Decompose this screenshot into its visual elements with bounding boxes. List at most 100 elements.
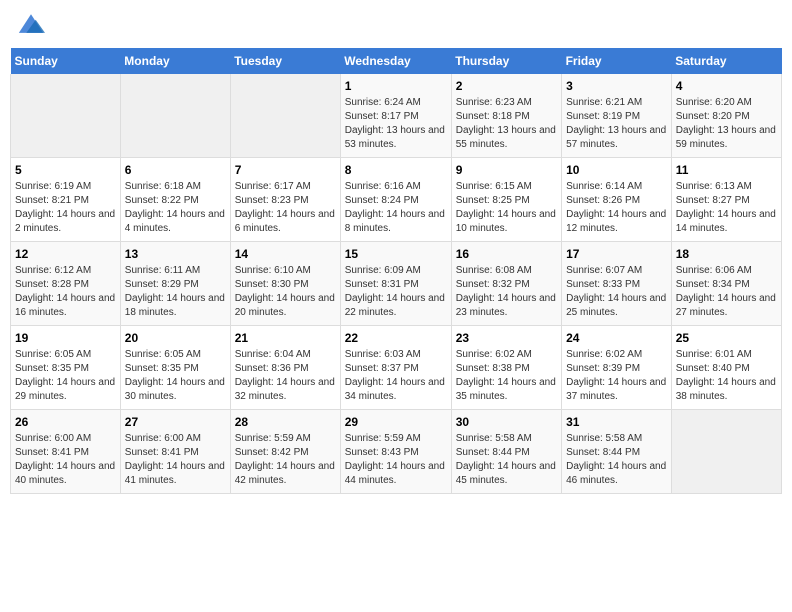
calendar-day-cell: 5 Sunrise: 6:19 AM Sunset: 8:21 PM Daylig… <box>11 158 121 242</box>
calendar-day-cell: 16Sunrise: 6:08 AM Sunset: 8:32 PM Dayli… <box>451 242 561 326</box>
day-info: Sunrise: 6:23 AM Sunset: 8:18 PM Dayligh… <box>456 96 557 152</box>
day-info: Sunrise: 6:00 AM Sunset: 8:41 PM Dayligh… <box>15 432 116 488</box>
calendar-day-cell: 15Sunrise: 6:09 AM Sunset: 8:31 PM Dayli… <box>340 242 451 326</box>
calendar-day-cell: 22 Sunrise: 6:03 AM Sunset: 8:37 PM Dayli… <box>340 326 451 410</box>
day-info: Sunrise: 6:02 AM Sunset: 8:39 PM Dayligh… <box>566 348 667 404</box>
day-number: 29 <box>345 415 447 429</box>
calendar-header-row: Sunday Monday Tuesday Wednesday Thursday… <box>11 48 782 74</box>
day-info: Sunrise: 6:06 AM Sunset: 8:34 PM Dayligh… <box>676 264 777 320</box>
day-info: Sunrise: 5:58 AM Sunset: 8:44 PM Dayligh… <box>456 432 557 488</box>
header-wednesday: Wednesday <box>340 48 451 74</box>
day-info: Sunrise: 6:10 AM Sunset: 8:30 PM Dayligh… <box>235 264 336 320</box>
calendar-day-cell: 28 Sunrise: 5:59 AM Sunset: 8:42 PM Dayli… <box>230 410 340 494</box>
calendar-day-cell: 13 Sunrise: 6:11 AM Sunset: 8:29 PM Dayli… <box>120 242 230 326</box>
day-number: 3 <box>566 79 667 93</box>
calendar-week-row: 26 Sunrise: 6:00 AM Sunset: 8:41 PM Dayli… <box>11 410 782 494</box>
calendar-day-cell: 20Sunrise: 6:05 AM Sunset: 8:35 PM Dayli… <box>120 326 230 410</box>
calendar-day-cell: 25 Sunrise: 6:01 AM Sunset: 8:40 PM Dayli… <box>671 326 781 410</box>
calendar-day-cell: 18Sunrise: 6:06 AM Sunset: 8:34 PM Dayli… <box>671 242 781 326</box>
calendar-day-cell: 31 Sunrise: 5:58 AM Sunset: 8:44 PM Dayli… <box>562 410 672 494</box>
day-info: Sunrise: 6:14 AM Sunset: 8:26 PM Dayligh… <box>566 180 667 236</box>
day-info: Sunrise: 6:21 AM Sunset: 8:19 PM Dayligh… <box>566 96 667 152</box>
day-info: Sunrise: 6:05 AM Sunset: 8:35 PM Dayligh… <box>15 348 116 404</box>
day-number: 17 <box>566 247 667 261</box>
calendar-day-cell: 7 Sunrise: 6:17 AM Sunset: 8:23 PM Daylig… <box>230 158 340 242</box>
calendar-day-cell: 1 Sunrise: 6:24 AM Sunset: 8:17 PM Daylig… <box>340 74 451 158</box>
day-number: 11 <box>676 163 777 177</box>
day-info: Sunrise: 6:19 AM Sunset: 8:21 PM Dayligh… <box>15 180 116 236</box>
day-info: Sunrise: 6:17 AM Sunset: 8:23 PM Dayligh… <box>235 180 336 236</box>
day-number: 21 <box>235 331 336 345</box>
day-number: 6 <box>125 163 226 177</box>
day-number: 23 <box>456 331 557 345</box>
calendar-week-row: 12 Sunrise: 6:12 AM Sunset: 8:28 PM Dayli… <box>11 242 782 326</box>
day-info: Sunrise: 6:24 AM Sunset: 8:17 PM Dayligh… <box>345 96 447 152</box>
day-number: 2 <box>456 79 557 93</box>
calendar-day-cell <box>671 410 781 494</box>
calendar-day-cell: 9 Sunrise: 6:15 AM Sunset: 8:25 PM Daylig… <box>451 158 561 242</box>
day-number: 10 <box>566 163 667 177</box>
calendar-day-cell: 14Sunrise: 6:10 AM Sunset: 8:30 PM Dayli… <box>230 242 340 326</box>
header-saturday: Saturday <box>671 48 781 74</box>
calendar-day-cell: 17 Sunrise: 6:07 AM Sunset: 8:33 PM Dayli… <box>562 242 672 326</box>
calendar-day-cell: 27 Sunrise: 6:00 AM Sunset: 8:41 PM Dayli… <box>120 410 230 494</box>
day-info: Sunrise: 6:13 AM Sunset: 8:27 PM Dayligh… <box>676 180 777 236</box>
header-monday: Monday <box>120 48 230 74</box>
header-tuesday: Tuesday <box>230 48 340 74</box>
day-number: 22 <box>345 331 447 345</box>
day-number: 7 <box>235 163 336 177</box>
calendar-day-cell: 8 Sunrise: 6:16 AM Sunset: 8:24 PM Daylig… <box>340 158 451 242</box>
header-sunday: Sunday <box>11 48 121 74</box>
day-number: 5 <box>15 163 116 177</box>
day-number: 1 <box>345 79 447 93</box>
day-number: 28 <box>235 415 336 429</box>
day-info: Sunrise: 6:16 AM Sunset: 8:24 PM Dayligh… <box>345 180 447 236</box>
calendar-day-cell: 19Sunrise: 6:05 AM Sunset: 8:35 PM Dayli… <box>11 326 121 410</box>
calendar-day-cell: 29 Sunrise: 5:59 AM Sunset: 8:43 PM Dayli… <box>340 410 451 494</box>
day-info: Sunrise: 6:12 AM Sunset: 8:28 PM Dayligh… <box>15 264 116 320</box>
day-info: Sunrise: 6:03 AM Sunset: 8:37 PM Dayligh… <box>345 348 447 404</box>
day-info: Sunrise: 6:07 AM Sunset: 8:33 PM Dayligh… <box>566 264 667 320</box>
header-friday: Friday <box>562 48 672 74</box>
calendar-week-row: 5 Sunrise: 6:19 AM Sunset: 8:21 PM Daylig… <box>11 158 782 242</box>
calendar-week-row: 19Sunrise: 6:05 AM Sunset: 8:35 PM Dayli… <box>11 326 782 410</box>
calendar-week-row: 1 Sunrise: 6:24 AM Sunset: 8:17 PM Daylig… <box>11 74 782 158</box>
calendar-day-cell <box>11 74 121 158</box>
day-info: Sunrise: 5:58 AM Sunset: 8:44 PM Dayligh… <box>566 432 667 488</box>
calendar-day-cell: 11 Sunrise: 6:13 AM Sunset: 8:27 PM Dayli… <box>671 158 781 242</box>
calendar-day-cell: 23 Sunrise: 6:02 AM Sunset: 8:38 PM Dayli… <box>451 326 561 410</box>
day-number: 25 <box>676 331 777 345</box>
calendar-day-cell: 10 Sunrise: 6:14 AM Sunset: 8:26 PM Dayli… <box>562 158 672 242</box>
calendar-day-cell: 21 Sunrise: 6:04 AM Sunset: 8:36 PM Dayli… <box>230 326 340 410</box>
day-info: Sunrise: 6:01 AM Sunset: 8:40 PM Dayligh… <box>676 348 777 404</box>
day-info: Sunrise: 6:04 AM Sunset: 8:36 PM Dayligh… <box>235 348 336 404</box>
day-number: 12 <box>15 247 116 261</box>
day-number: 27 <box>125 415 226 429</box>
day-info: Sunrise: 5:59 AM Sunset: 8:42 PM Dayligh… <box>235 432 336 488</box>
day-info: Sunrise: 6:00 AM Sunset: 8:41 PM Dayligh… <box>125 432 226 488</box>
day-info: Sunrise: 6:02 AM Sunset: 8:38 PM Dayligh… <box>456 348 557 404</box>
header-thursday: Thursday <box>451 48 561 74</box>
day-info: Sunrise: 6:15 AM Sunset: 8:25 PM Dayligh… <box>456 180 557 236</box>
day-info: Sunrise: 6:05 AM Sunset: 8:35 PM Dayligh… <box>125 348 226 404</box>
day-number: 16 <box>456 247 557 261</box>
day-number: 26 <box>15 415 116 429</box>
day-info: Sunrise: 5:59 AM Sunset: 8:43 PM Dayligh… <box>345 432 447 488</box>
day-number: 13 <box>125 247 226 261</box>
calendar-day-cell <box>230 74 340 158</box>
calendar-day-cell: 4 Sunrise: 6:20 AM Sunset: 8:20 PM Daylig… <box>671 74 781 158</box>
calendar-day-cell: 6 Sunrise: 6:18 AM Sunset: 8:22 PM Daylig… <box>120 158 230 242</box>
day-number: 31 <box>566 415 667 429</box>
day-info: Sunrise: 6:20 AM Sunset: 8:20 PM Dayligh… <box>676 96 777 152</box>
day-number: 9 <box>456 163 557 177</box>
day-info: Sunrise: 6:11 AM Sunset: 8:29 PM Dayligh… <box>125 264 226 320</box>
day-number: 4 <box>676 79 777 93</box>
day-number: 8 <box>345 163 447 177</box>
calendar-day-cell: 12 Sunrise: 6:12 AM Sunset: 8:28 PM Dayli… <box>11 242 121 326</box>
day-info: Sunrise: 6:18 AM Sunset: 8:22 PM Dayligh… <box>125 180 226 236</box>
calendar-day-cell: 3 Sunrise: 6:21 AM Sunset: 8:19 PM Daylig… <box>562 74 672 158</box>
calendar-day-cell: 30Sunrise: 5:58 AM Sunset: 8:44 PM Dayli… <box>451 410 561 494</box>
calendar-day-cell: 2 Sunrise: 6:23 AM Sunset: 8:18 PM Daylig… <box>451 74 561 158</box>
calendar-day-cell <box>120 74 230 158</box>
page-header <box>10 10 782 38</box>
